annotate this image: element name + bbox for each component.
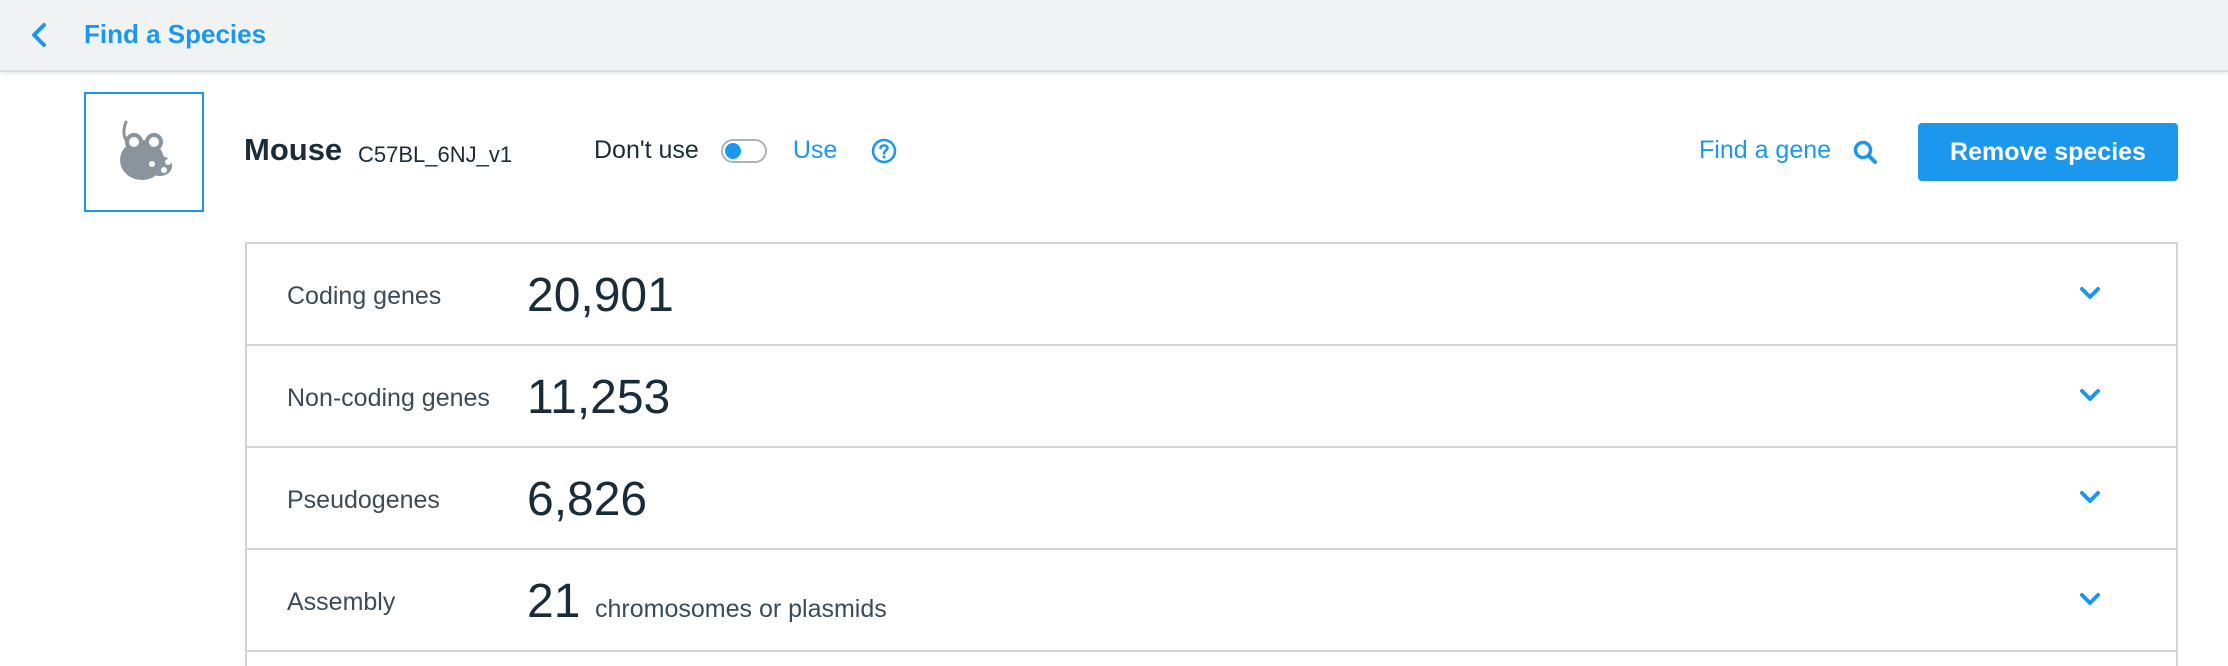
dont-use-label: Don't use (594, 136, 699, 164)
chevron-down-icon[interactable] (2077, 586, 2103, 612)
back-button[interactable] (24, 18, 54, 52)
stat-unit: chromosomes or plasmids (595, 595, 887, 623)
stat-value: 11,253 (527, 371, 671, 424)
stat-label: Non-coding genes (287, 384, 490, 412)
stat-row-coding-genes[interactable]: Coding genes 20,901 (245, 242, 2178, 344)
species-name: Mouse (244, 132, 343, 167)
stat-row-pseudogenes[interactable]: Pseudogenes 6,826 (245, 446, 2178, 548)
stat-label: Assembly (287, 588, 396, 616)
stat-value: 21 (527, 575, 581, 628)
stat-label: Coding genes (287, 282, 442, 310)
help-button[interactable] (871, 138, 897, 164)
use-toggle-group: Don't use Use (594, 136, 897, 165)
stat-row-assembly[interactable]: Assembly 21 chromosomes or plasmids (245, 548, 2178, 650)
chevron-down-icon[interactable] (2077, 382, 2103, 408)
search-icon (1853, 140, 1877, 164)
use-toggle[interactable] (720, 138, 767, 163)
stat-row-partial[interactable] (245, 650, 2178, 666)
top-bar: Find a Species (0, 0, 2228, 72)
use-label[interactable]: Use (793, 136, 837, 165)
page-title[interactable]: Find a Species (84, 19, 266, 50)
find-gene-search-button[interactable] (1852, 139, 1878, 165)
find-gene-link[interactable]: Find a gene (1699, 136, 1831, 165)
toggle-knob (724, 142, 741, 159)
assembly-name: C57BL_6NJ_v1 (358, 142, 513, 167)
chevron-down-icon[interactable] (2077, 484, 2103, 510)
chevron-left-icon (32, 23, 46, 47)
mouse-icon (120, 120, 172, 180)
question-circle-icon (872, 138, 897, 163)
chevron-down-icon[interactable] (2077, 280, 2103, 306)
stat-label: Pseudogenes (287, 486, 440, 514)
stat-value: 20,901 (527, 269, 674, 322)
remove-species-button[interactable]: Remove species (1918, 123, 2178, 181)
stat-value: 6,826 (527, 473, 648, 526)
species-thumbnail (84, 92, 204, 212)
stat-row-non-coding-genes[interactable]: Non-coding genes 11,253 (245, 344, 2178, 446)
species-stats-list: Coding genes 20,901 Non-coding genes 11,… (245, 242, 2178, 666)
